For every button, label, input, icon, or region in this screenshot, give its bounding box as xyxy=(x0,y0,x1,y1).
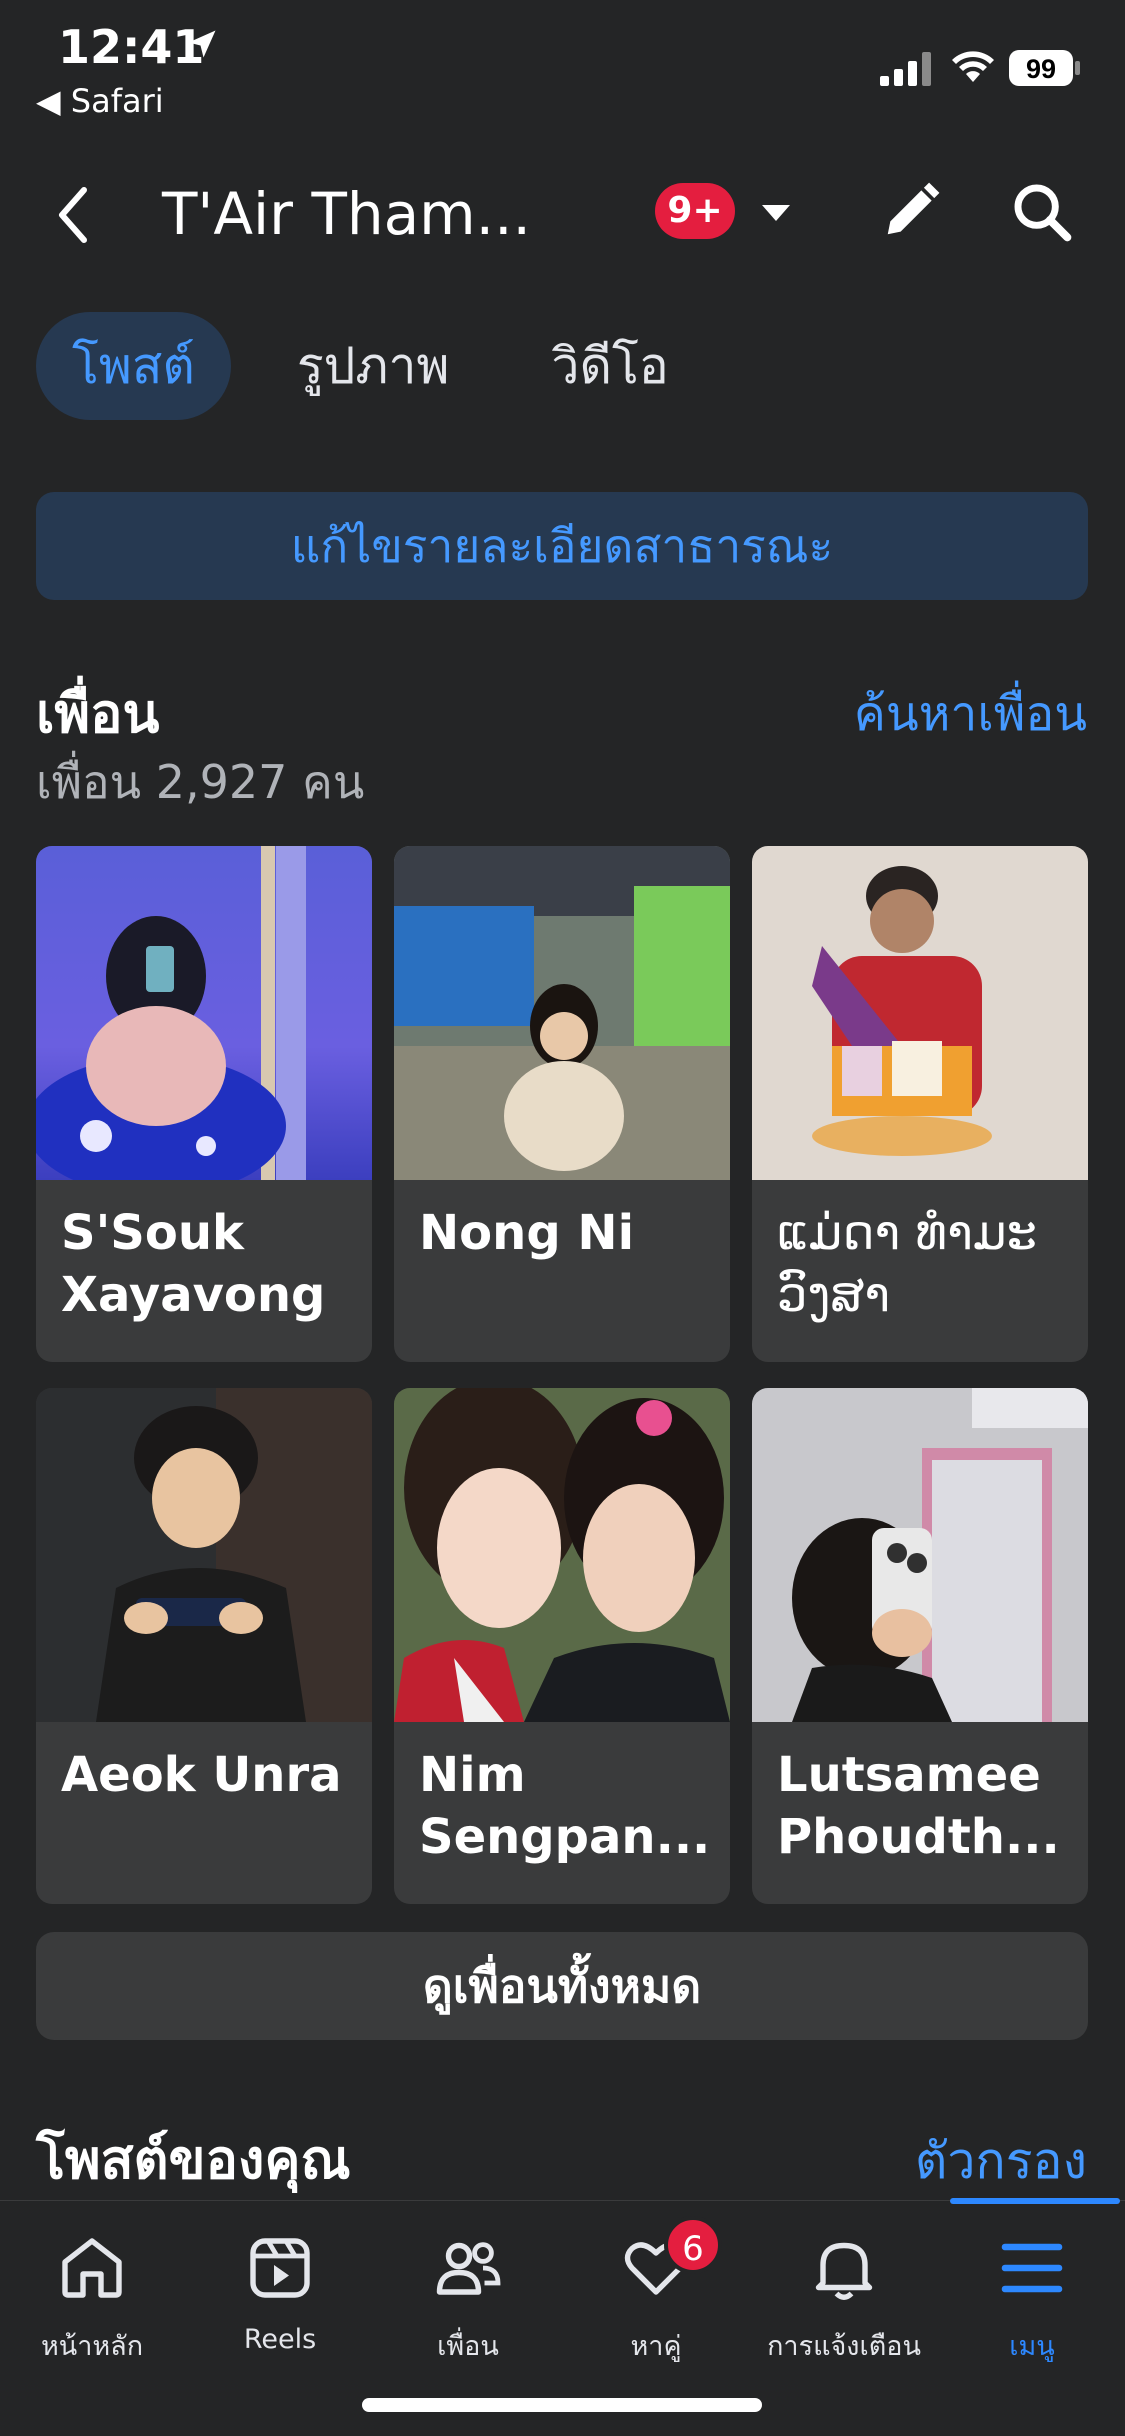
active-tab-indicator xyxy=(950,2198,1120,2204)
nav-reels[interactable]: Reels xyxy=(190,2232,370,2372)
battery-icon: 99 xyxy=(1008,48,1082,88)
notification-badge[interactable]: 9+ xyxy=(655,183,735,239)
tab-videos[interactable]: วิดีโอ xyxy=(515,312,704,420)
friends-icon xyxy=(436,2242,501,2295)
friends-section-title: เพื่อน xyxy=(36,682,160,745)
nav-friends[interactable]: เพื่อน xyxy=(378,2232,558,2372)
cellular-signal-icon xyxy=(880,52,931,86)
dating-badge: 6 xyxy=(664,2216,722,2274)
battery-level: 99 xyxy=(1026,54,1056,84)
status-time: 12:41 xyxy=(58,20,205,74)
nav-label: การแจ้งเตือน xyxy=(767,2331,921,2362)
home-indicator[interactable] xyxy=(362,2398,762,2412)
back-to-safari[interactable]: ◀ Safari xyxy=(36,82,164,120)
profile-header: T'Air Tham... 9+ xyxy=(0,160,1125,270)
reels-icon xyxy=(250,2238,310,2298)
friend-name: ແມ່ດາ ທຳມະ ວົງສາ xyxy=(777,1205,1037,1323)
find-friends-link[interactable]: ค้นหาเพื่อน xyxy=(854,676,1087,752)
nav-label: Reels xyxy=(243,2324,317,2355)
nav-home[interactable]: หน้าหลัก xyxy=(2,2232,182,2372)
friend-name: Nim Sengpan... xyxy=(419,1747,711,1865)
friend-card[interactable]: Nong Ni xyxy=(394,846,730,1362)
back-arrow-icon[interactable] xyxy=(48,180,98,250)
friend-photo xyxy=(394,1388,730,1722)
friend-photo xyxy=(752,846,1088,1180)
nav-label: เพื่อน xyxy=(437,2331,499,2362)
tab-photos[interactable]: รูปภาพ xyxy=(261,312,486,420)
nav-dating[interactable]: 6 หาคู่ xyxy=(566,2216,746,2372)
friend-name: Nong Ni xyxy=(419,1205,635,1261)
friend-card[interactable]: Aeok Unra xyxy=(36,1388,372,1904)
nav-label: หาคู่ xyxy=(630,2331,682,2362)
profile-title[interactable]: T'Air Tham... xyxy=(162,180,531,248)
friend-photo xyxy=(36,1388,372,1722)
caret-down-icon[interactable] xyxy=(760,202,792,224)
nav-menu[interactable]: เมนู xyxy=(942,2232,1122,2372)
pencil-icon[interactable] xyxy=(880,180,942,242)
friend-card[interactable]: Lutsamee Phoudth... xyxy=(752,1388,1088,1904)
edit-public-details-button[interactable]: แก้ไขรายละเอียดสาธารณะ xyxy=(36,492,1088,600)
location-arrow-icon xyxy=(188,30,216,58)
profile-tabs: โพสต์ รูปภาพ วิดีโอ xyxy=(36,312,705,420)
tab-posts[interactable]: โพสต์ xyxy=(36,312,231,420)
friend-photo xyxy=(36,846,372,1180)
bell-icon xyxy=(815,2242,873,2300)
nav-notifications[interactable]: การแจ้งเตือน xyxy=(754,2232,934,2372)
friend-card[interactable]: Nim Sengpan... xyxy=(394,1388,730,1904)
friend-photo xyxy=(752,1388,1088,1722)
friend-card[interactable]: S'Souk Xayavong xyxy=(36,846,372,1362)
friend-card[interactable]: ແມ່ດາ ທຳມະ ວົງສາ xyxy=(752,846,1088,1362)
friends-count: เพื่อน 2,927 คน xyxy=(36,755,365,809)
menu-icon xyxy=(1001,2243,1063,2293)
friend-name: Lutsamee Phoudth... xyxy=(777,1747,1060,1865)
home-icon xyxy=(62,2238,122,2298)
your-posts-title: โพสต์ของคุณ xyxy=(36,2128,351,2191)
nav-label: เมนู xyxy=(1009,2331,1055,2362)
friend-photo xyxy=(394,846,730,1180)
search-icon[interactable] xyxy=(1010,180,1074,244)
friend-name: S'Souk Xayavong xyxy=(61,1205,326,1323)
friend-name: Aeok Unra xyxy=(61,1747,342,1803)
status-bar: 12:41 ◀ Safari 99 xyxy=(0,0,1125,140)
see-all-friends-button[interactable]: ดูเพื่อนทั้งหมด xyxy=(36,1932,1088,2040)
wifi-icon xyxy=(952,51,994,82)
nav-label: หน้าหลัก xyxy=(40,2331,144,2362)
filter-link[interactable]: ตัวกรอง xyxy=(915,2122,1087,2201)
